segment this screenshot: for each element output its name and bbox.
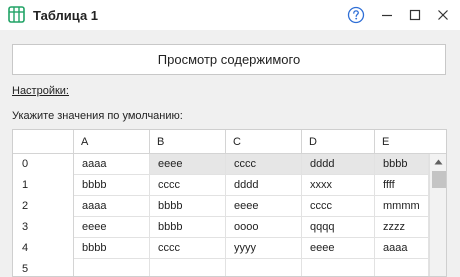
- row-header[interactable]: 3: [13, 217, 74, 238]
- defaults-label: Укажите значения по умолчанию:: [12, 110, 183, 122]
- minimize-button[interactable]: [376, 5, 398, 25]
- settings-link[interactable]: Настройки:: [12, 85, 69, 97]
- table-cell[interactable]: xxxx: [302, 175, 375, 196]
- table-cell[interactable]: cccc: [150, 175, 226, 196]
- table-cell[interactable]: zzzz: [375, 217, 429, 238]
- row-header[interactable]: 2: [13, 196, 74, 217]
- scroll-up-button[interactable]: [430, 154, 446, 170]
- close-icon: [438, 10, 448, 20]
- maximize-button[interactable]: [404, 5, 426, 25]
- table-corner: [13, 130, 74, 154]
- minimize-icon: [382, 14, 392, 17]
- scroll-up-arrow-icon: [434, 159, 443, 165]
- table-cell[interactable]: eeee: [74, 217, 150, 238]
- table-cell[interactable]: cccc: [302, 196, 375, 217]
- scrollbar-thumb[interactable]: [432, 171, 446, 188]
- question-circle-icon: [347, 6, 365, 24]
- table-cell[interactable]: oooo: [226, 217, 302, 238]
- column-header[interactable]: D: [302, 130, 375, 154]
- maximize-icon: [409, 9, 421, 21]
- table-cell[interactable]: bbbb: [74, 175, 150, 196]
- table-cell[interactable]: bbbb: [150, 196, 226, 217]
- table-cell[interactable]: bbbb: [74, 238, 150, 259]
- close-button[interactable]: [432, 5, 454, 25]
- title-bar: Таблица 1: [0, 0, 460, 30]
- table-cell[interactable]: [375, 259, 429, 276]
- table-cell[interactable]: [150, 259, 226, 276]
- help-button[interactable]: [345, 5, 367, 25]
- table-cell[interactable]: dddd: [226, 175, 302, 196]
- column-header[interactable]: C: [226, 130, 302, 154]
- row-header[interactable]: 0: [13, 154, 74, 175]
- row-header[interactable]: 1: [13, 175, 74, 196]
- table-cell[interactable]: eeee: [302, 238, 375, 259]
- table-cell[interactable]: [226, 259, 302, 276]
- table-cell[interactable]: qqqq: [302, 217, 375, 238]
- table-cell[interactable]: bbbb: [375, 154, 429, 175]
- vertical-scrollbar[interactable]: [429, 154, 446, 276]
- table-cell[interactable]: eeee: [226, 196, 302, 217]
- dialog-body: Просмотр содержимого Настройки: Укажите …: [0, 30, 460, 277]
- table-cell[interactable]: mmmm: [375, 196, 429, 217]
- window-title: Таблица 1: [33, 8, 99, 23]
- table-icon: [8, 6, 25, 23]
- table-cell[interactable]: dddd: [302, 154, 375, 175]
- table-cell[interactable]: aaaa: [74, 196, 150, 217]
- table-cell[interactable]: bbbb: [150, 217, 226, 238]
- table-cell[interactable]: eeee: [150, 154, 226, 175]
- table-cell[interactable]: [302, 259, 375, 276]
- column-header[interactable]: E: [375, 130, 446, 154]
- table-cell[interactable]: cccc: [150, 238, 226, 259]
- column-header[interactable]: B: [150, 130, 226, 154]
- row-header[interactable]: 5: [13, 259, 74, 276]
- table-cell[interactable]: yyyy: [226, 238, 302, 259]
- table-cell[interactable]: aaaa: [375, 238, 429, 259]
- table-cell[interactable]: cccc: [226, 154, 302, 175]
- preview-contents-button[interactable]: Просмотр содержимого: [12, 44, 446, 75]
- data-table: A B C D E 0 1 2 3 4 5 aaaa eeee cccc ddd…: [12, 129, 447, 277]
- table-cell[interactable]: [74, 259, 150, 276]
- table-cell[interactable]: ffff: [375, 175, 429, 196]
- table-cell[interactable]: aaaa: [74, 154, 150, 175]
- column-header[interactable]: A: [74, 130, 150, 154]
- row-header[interactable]: 4: [13, 238, 74, 259]
